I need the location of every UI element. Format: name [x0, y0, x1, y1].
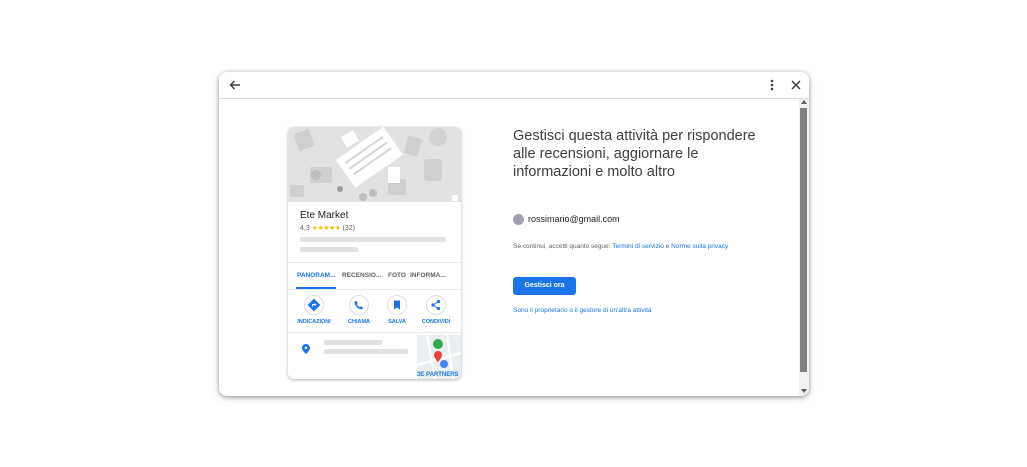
bookmark-icon	[387, 295, 407, 315]
divider	[288, 289, 461, 290]
map-thumbnail[interactable]: 3E PARTNERS	[417, 335, 461, 379]
divider	[288, 262, 461, 263]
scrollbar-thumb[interactable]	[800, 108, 807, 372]
dialog-toolbar	[219, 72, 809, 99]
back-arrow-icon[interactable]	[227, 77, 243, 93]
tab-reviews[interactable]: RECENSIO...	[342, 272, 381, 279]
terms-text: Se continui, accetti quanto segue: Termi…	[513, 242, 743, 252]
share-label: CONDIVIDI	[421, 319, 451, 325]
business-preview-card: Ete Market 4,3 ★★★★★ (32) PANORAM... REC…	[288, 127, 461, 379]
account-email: rossimario@gmail.com	[528, 214, 620, 224]
location-pin-icon	[302, 341, 310, 354]
directions-icon	[304, 295, 324, 315]
terms-prefix: Se continui, accetti quanto segue:	[513, 243, 613, 250]
blurred-address-line	[324, 340, 382, 345]
rating-value: 4,3	[300, 225, 310, 232]
manage-now-button[interactable]: Gestisci ora	[513, 277, 576, 295]
tab-photos[interactable]: FOTO	[388, 272, 406, 279]
blurred-address-line	[300, 247, 358, 252]
more-vert-icon[interactable]	[764, 77, 780, 93]
save-action[interactable]: SALVA	[377, 295, 417, 325]
close-icon[interactable]	[788, 77, 804, 93]
review-count: (32)	[342, 225, 355, 232]
scroll-down-arrow-icon[interactable]	[801, 389, 807, 393]
rating-stars: ★★★★★	[311, 225, 341, 232]
blurred-address-line	[324, 349, 408, 354]
privacy-policy-link[interactable]: Norme sulla privacy	[671, 243, 728, 250]
directions-label: INDICAZIONI	[297, 319, 331, 325]
share-icon	[426, 295, 446, 315]
tab-overview[interactable]: PANORAM...	[297, 272, 336, 279]
map-label: 3E PARTNERS	[417, 372, 459, 378]
dialog: Ete Market 4,3 ★★★★★ (32) PANORAM... REC…	[219, 72, 809, 396]
scrollbar[interactable]	[799, 99, 809, 396]
business-hero-illustration	[288, 127, 461, 202]
phone-icon	[349, 295, 369, 315]
directions-action[interactable]: INDICAZIONI	[294, 295, 334, 325]
terms-of-service-link[interactable]: Termini di servizio	[612, 243, 664, 250]
call-label: CHIAMA	[348, 319, 370, 325]
call-action[interactable]: CHIAMA	[339, 295, 379, 325]
tab-info[interactable]: INFORMA...	[410, 272, 446, 279]
business-name: Ete Market	[300, 210, 349, 221]
other-business-link[interactable]: Sono il proprietario o il gestore di un'…	[513, 307, 652, 314]
blurred-address-line	[300, 237, 446, 242]
scroll-up-arrow-icon[interactable]	[801, 100, 807, 104]
save-label: SALVA	[388, 319, 406, 325]
divider	[288, 332, 461, 333]
avatar	[513, 214, 524, 225]
rating-row: 4,3 ★★★★★ (32)	[300, 224, 355, 232]
dialog-content: Ete Market 4,3 ★★★★★ (32) PANORAM... REC…	[219, 99, 799, 396]
page-title: Gestisci questa attività per rispondere …	[513, 128, 756, 180]
share-action[interactable]: CONDIVIDI	[416, 295, 456, 325]
